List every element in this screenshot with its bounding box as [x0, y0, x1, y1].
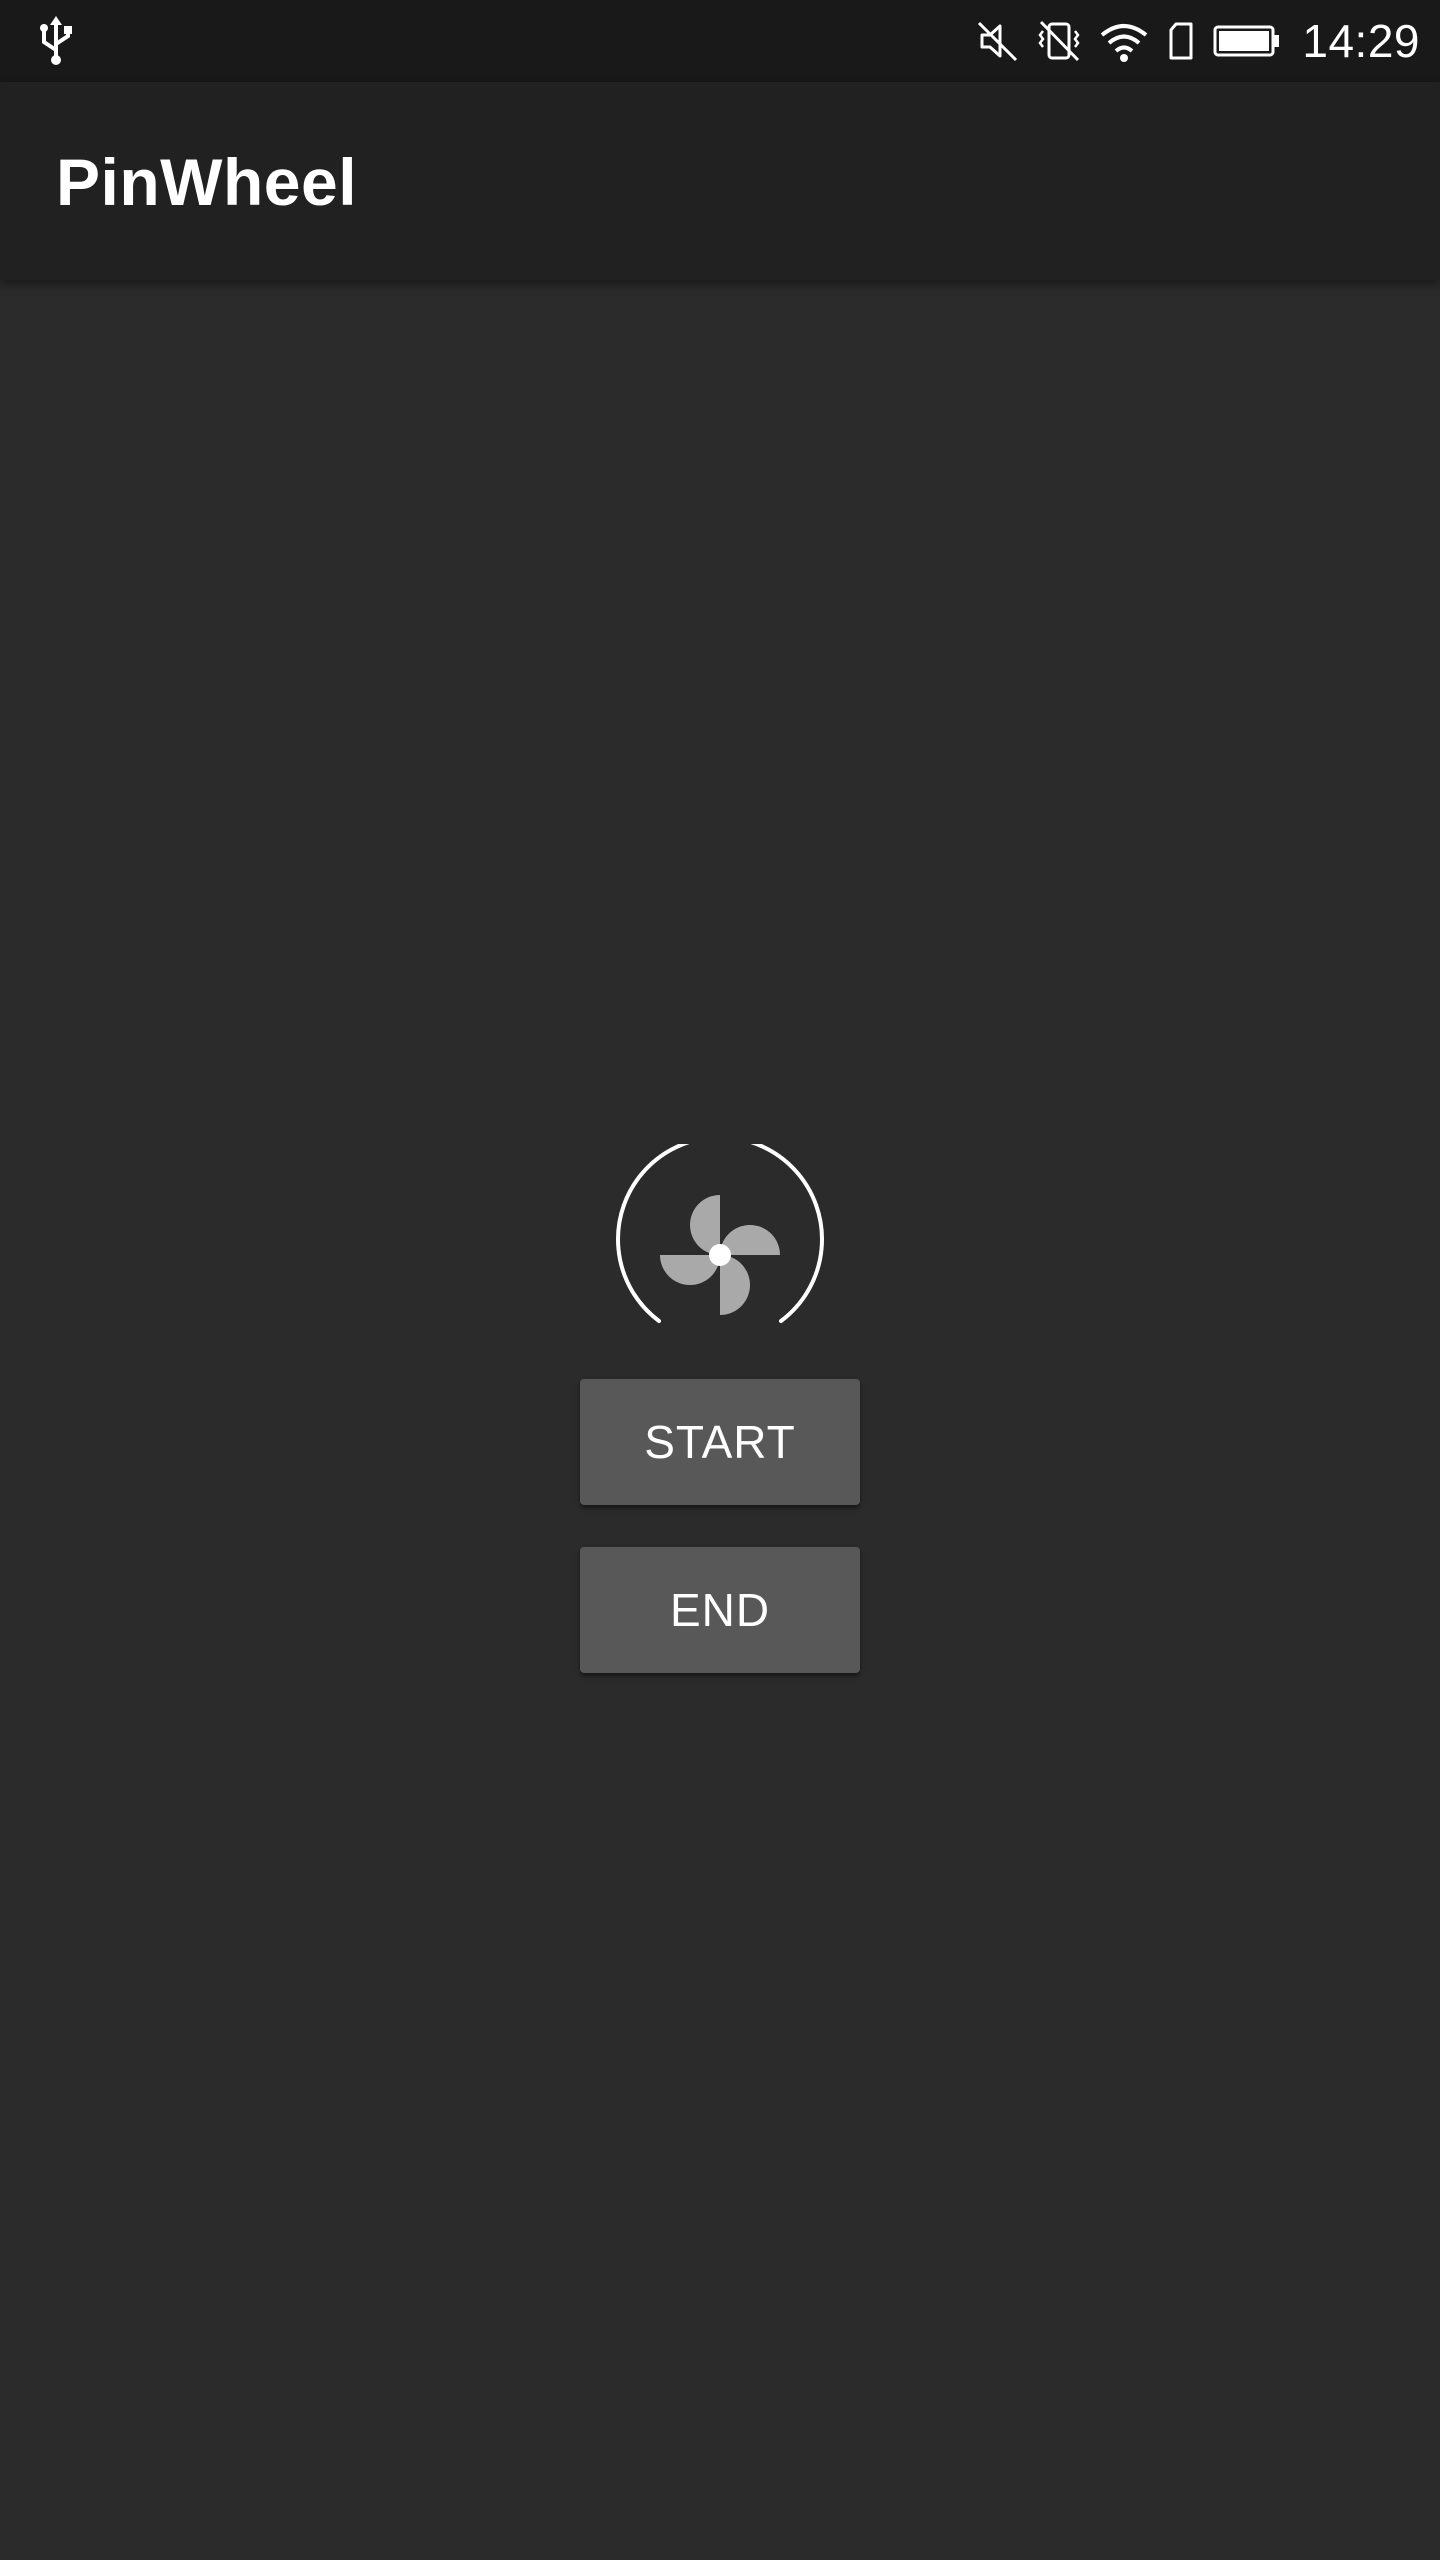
mute-icon	[978, 21, 1018, 62]
wifi-icon	[1101, 24, 1148, 62]
status-bar: 14:29	[0, 0, 1440, 82]
app-bar: PinWheel	[0, 82, 1440, 280]
status-icons: 14:29	[976, 0, 1420, 82]
battery-icon	[1213, 25, 1280, 57]
sim-card-icon	[1169, 22, 1193, 60]
vibrate-off-icon	[1038, 20, 1080, 62]
usb-icon	[40, 16, 72, 65]
main-content: START END	[0, 280, 1440, 2560]
status-time: 14:29	[1302, 15, 1420, 67]
pinwheel-icon	[616, 1144, 824, 1323]
app-title: PinWheel	[56, 145, 358, 219]
end-button[interactable]: END	[580, 1547, 860, 1673]
start-button[interactable]: START	[580, 1379, 860, 1505]
